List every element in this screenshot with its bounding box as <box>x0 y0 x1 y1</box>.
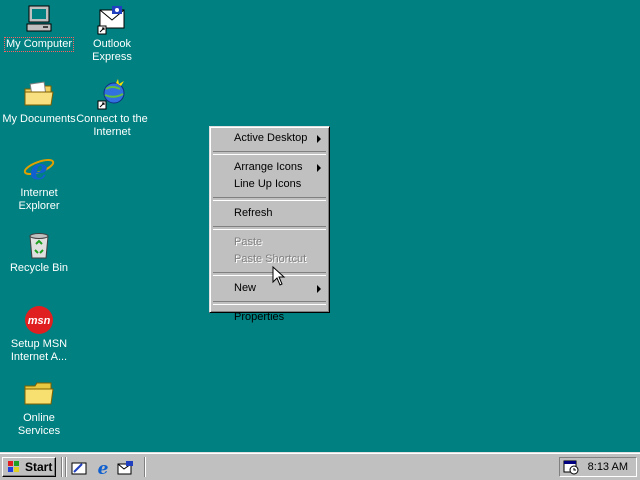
desktop-icon-label: Connect to the Internet <box>76 113 148 138</box>
menu-item-label: Refresh <box>234 207 273 219</box>
svg-text:e: e <box>98 459 109 477</box>
mouse-cursor-icon <box>272 266 286 286</box>
desktop-icon-connect-internet[interactable]: Connect to the Internet <box>73 79 151 139</box>
menu-item-label: Active Desktop <box>234 132 308 144</box>
system-tray: 8:13 AM <box>559 457 637 477</box>
menu-separator <box>213 301 326 305</box>
desktop-icon-label: Recycle Bin <box>9 262 69 274</box>
task-scheduler-icon[interactable] <box>563 459 579 475</box>
desktop-icon-internet-explorer[interactable]: e Internet Explorer <box>0 153 78 213</box>
msn-icon: msn <box>23 304 55 336</box>
folder-icon <box>23 378 55 410</box>
desktop-icon-online-services[interactable]: Online Services <box>0 378 78 438</box>
desktop-icon-label: My Documents <box>2 113 76 125</box>
start-button[interactable]: Start <box>2 457 56 477</box>
menu-separator <box>213 197 326 201</box>
start-label: Start <box>25 460 53 474</box>
menu-item-arrange-icons[interactable]: Arrange Icons <box>212 159 327 176</box>
desktop-icon-label: Setup MSN Internet A... <box>10 338 68 363</box>
menu-item-line-up-icons[interactable]: Line Up Icons <box>212 176 327 193</box>
my-computer-icon <box>23 4 55 36</box>
show-desktop-icon[interactable] <box>70 459 88 477</box>
menu-separator <box>213 226 326 230</box>
desktop-icon-label: Internet Explorer <box>18 187 60 212</box>
desktop-icon-label: Outlook Express <box>92 38 132 63</box>
menu-item-active-desktop[interactable]: Active Desktop <box>212 130 327 147</box>
desktop-icon-label: Online Services <box>17 412 61 437</box>
svg-text:msn: msn <box>28 315 51 327</box>
menu-item-label: Paste Shortcut <box>234 253 307 265</box>
outlook-express-icon <box>96 4 128 36</box>
menu-item-label: Properties <box>234 311 285 323</box>
recycle-bin-icon <box>23 228 55 260</box>
menu-item-paste-shortcut: Paste Shortcut <box>212 251 327 268</box>
desktop-icon-recycle-bin[interactable]: Recycle Bin <box>0 228 78 275</box>
menu-item-paste: Paste <box>212 234 327 251</box>
clock[interactable]: 8:13 AM <box>588 460 628 475</box>
internet-explorer-icon[interactable]: e <box>94 459 112 477</box>
submenu-arrow-icon <box>317 164 321 172</box>
menu-separator <box>213 272 326 276</box>
taskbar: Start e 8:13 AM <box>0 452 640 480</box>
submenu-arrow-icon <box>317 285 321 293</box>
menu-item-label: Paste <box>234 236 263 248</box>
menu-item-properties[interactable]: Properties <box>212 309 327 326</box>
menu-separator <box>213 151 326 155</box>
submenu-arrow-icon <box>317 135 321 143</box>
folder-icon <box>23 79 55 111</box>
windows-logo-icon <box>8 461 19 472</box>
taskbar-separator <box>144 457 146 477</box>
menu-item-label: New <box>234 282 257 294</box>
menu-item-label: Line Up Icons <box>234 178 302 190</box>
menu-item-new[interactable]: New <box>212 280 327 297</box>
desktop-icon-setup-msn[interactable]: msn Setup MSN Internet A... <box>0 304 78 364</box>
menu-item-label: Arrange Icons <box>234 161 303 173</box>
internet-explorer-icon: e <box>23 153 55 186</box>
desktop-icon-my-documents[interactable]: My Documents <box>0 79 78 126</box>
connect-internet-icon <box>96 79 128 111</box>
taskbar-separator <box>65 457 67 477</box>
desktop-icon-my-computer[interactable]: My Computer <box>0 4 78 52</box>
desktop-context-menu: Active Desktop Arrange Icons Line Up Ico… <box>209 126 330 323</box>
desktop-icon-label: My Computer <box>3 37 75 52</box>
taskbar-separator <box>61 457 63 477</box>
desktop-icon-outlook-express[interactable]: Outlook Express <box>73 4 151 64</box>
menu-item-refresh[interactable]: Refresh <box>212 205 327 222</box>
svg-text:e: e <box>30 153 48 185</box>
desktop[interactable]: My Computer Outlook Express My Documents <box>0 0 640 452</box>
outlook-express-icon[interactable] <box>117 459 135 477</box>
